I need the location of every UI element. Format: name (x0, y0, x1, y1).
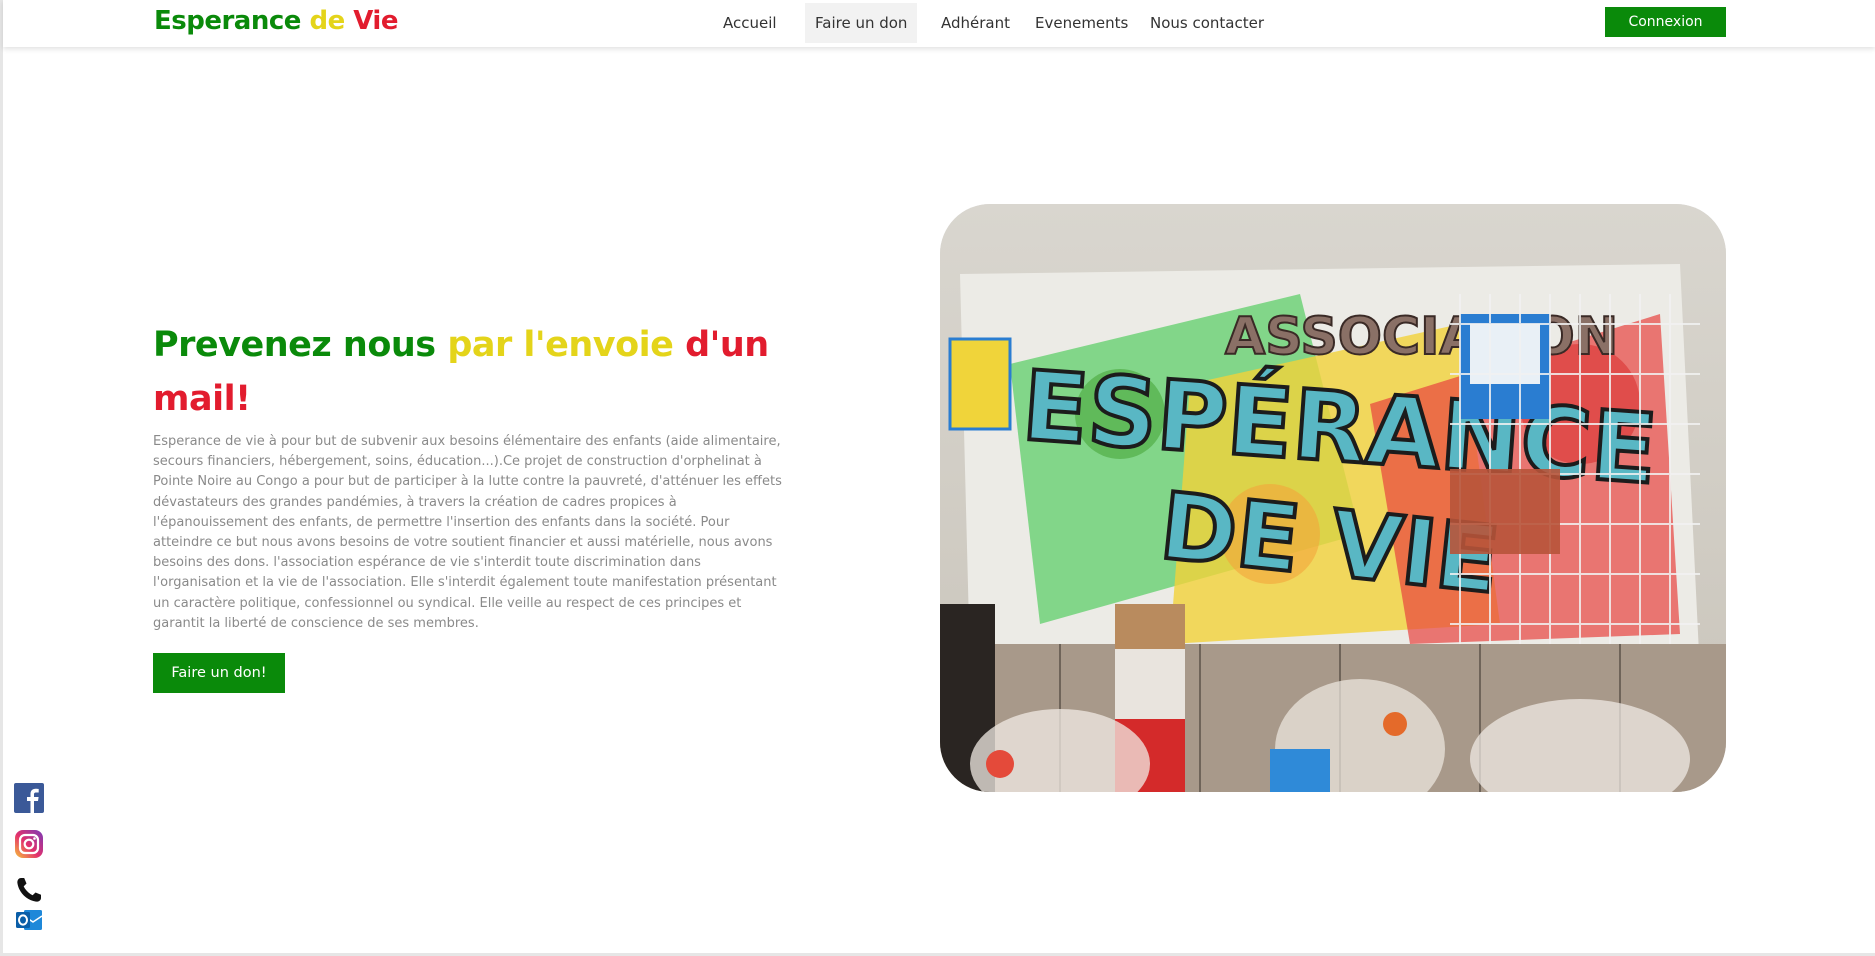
site-logo[interactable]: Esperance de Vie (154, 6, 398, 36)
nav-nous-contacter[interactable]: Nous contacter (1140, 3, 1274, 43)
association-banner-photo: ASSOCIATION ESPÉRANCE DE VIE (940, 204, 1726, 792)
logo-part-vie: Vie (353, 6, 398, 36)
hero-description: Esperance de vie à pour but de subvenir … (153, 434, 782, 631)
faire-un-don-button[interactable]: Faire un don! (153, 653, 285, 693)
banner-text-association: ASSOCIATION (1225, 307, 1618, 367)
outlook-icon[interactable] (14, 905, 44, 935)
nav-evenements[interactable]: Evenements (1025, 3, 1138, 43)
banner-photo-illustration: ASSOCIATION ESPÉRANCE DE VIE (940, 204, 1726, 792)
headline-yellow: par l'envoie (447, 325, 686, 365)
phone-icon[interactable] (14, 875, 44, 905)
top-navbar: Esperance de Vie Accueil Faire un don Ad… (3, 0, 1875, 47)
nav-faire-un-don[interactable]: Faire un don (805, 3, 918, 43)
connexion-button[interactable]: Connexion (1605, 7, 1726, 37)
logo-part-esperance: Esperance (154, 6, 310, 36)
logo-part-de: de (309, 6, 354, 36)
nav-accueil[interactable]: Accueil (713, 3, 787, 43)
nav-adherant[interactable]: Adhérant (931, 3, 1020, 43)
hero-headline: Prevenez nous par l'envoie d'un mail! (153, 318, 773, 426)
instagram-icon[interactable] (14, 829, 44, 859)
facebook-icon[interactable] (14, 783, 44, 813)
headline-green: Prevenez nous (153, 325, 448, 365)
